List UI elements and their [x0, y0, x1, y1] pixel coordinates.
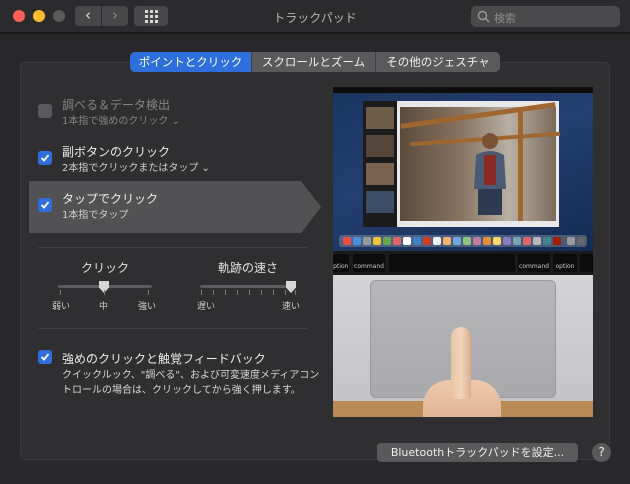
- slider-label-slow: 遅い: [197, 302, 216, 312]
- key-option: option: [553, 254, 577, 272]
- preview-photo: [400, 102, 560, 221]
- option-tap-to-click[interactable]: タップでクリック 1本指でタップ: [38, 190, 338, 221]
- preview-keyboard: option command command option: [333, 251, 593, 275]
- search-icon: [477, 10, 490, 23]
- checkmark-icon: [40, 201, 50, 209]
- slider-track[interactable]: [200, 285, 296, 288]
- click-slider-title: クリック: [80, 261, 129, 275]
- force-click-description: クイックルック、"調べる"、および可変速度メディアコントロールの場合は、クリック…: [62, 370, 320, 396]
- option-lookup-data-detectors[interactable]: 調べる＆データ検出 1本指で強めのクリック ⌄: [38, 96, 338, 127]
- option-title: 強めのクリックと触覚フィードバック: [62, 352, 266, 366]
- tap-to-click-checkbox[interactable]: [38, 198, 52, 212]
- key-arrow: [580, 254, 593, 272]
- option-title: 調べる＆データ検出: [62, 98, 171, 112]
- secondary-click-checkbox[interactable]: [38, 151, 52, 165]
- tab-point-and-click[interactable]: ポイントとクリック: [130, 52, 252, 72]
- slider-tick: [237, 290, 238, 295]
- preview-thumbnail: [366, 135, 394, 157]
- tab-scroll-and-zoom[interactable]: スクロールとズーム: [252, 52, 376, 72]
- preview-thumbnail: [366, 163, 394, 185]
- preview-dock: [339, 235, 587, 247]
- slider-tick: [261, 290, 262, 295]
- key-option: option: [333, 254, 349, 272]
- slider-tick: [104, 290, 105, 295]
- preview-menubar: [333, 87, 593, 93]
- slider-tick: [213, 290, 214, 295]
- slider-tick: [148, 290, 149, 295]
- preview-photo-window: [397, 101, 560, 227]
- photo-beam: [400, 102, 556, 129]
- slider-tick: [225, 290, 226, 295]
- option-title: 副ボタンのクリック: [62, 145, 171, 159]
- key-command: command: [518, 254, 550, 272]
- slider-tick: [285, 290, 286, 295]
- slider-label-high: 強い: [138, 302, 157, 312]
- slider-tick: [249, 290, 250, 295]
- slider-label-fast: 速い: [282, 302, 301, 312]
- option-subtitle-dropdown[interactable]: 2本指でクリックまたはタップ ⌄: [62, 159, 210, 174]
- gesture-preview-video: option command command option: [333, 87, 593, 417]
- lookup-checkbox[interactable]: [38, 104, 52, 118]
- search-field[interactable]: 検索: [471, 6, 620, 27]
- force-click-checkbox[interactable]: [38, 350, 52, 364]
- divider: [38, 328, 308, 329]
- search-placeholder: 検索: [494, 12, 516, 25]
- checkmark-icon: [40, 353, 50, 361]
- slider-tick: [60, 290, 61, 295]
- option-force-click[interactable]: 強めのクリックと触覚フィードバック: [38, 350, 338, 366]
- preview-sidebar: [363, 101, 397, 227]
- key-space: [389, 254, 515, 272]
- key-command: command: [353, 254, 385, 272]
- tracking-speed-title: 軌跡の速さ: [217, 261, 278, 275]
- tab-bar: ポイントとクリック スクロールとズーム その他のジェスチャ: [130, 52, 500, 72]
- slider-tick: [273, 290, 274, 295]
- divider: [38, 247, 308, 248]
- help-button[interactable]: ?: [592, 443, 611, 462]
- title-bar: ‹ › トラックパッド 検索: [0, 0, 630, 33]
- preview-screen: [333, 87, 593, 251]
- setup-bluetooth-trackpad-button[interactable]: Bluetoothトラックパッドを設定...: [377, 443, 578, 462]
- checkmark-icon: [40, 154, 50, 162]
- preview-thumbnail: [366, 191, 394, 213]
- option-subtitle: 1本指でタップ: [62, 210, 129, 221]
- tab-more-gestures[interactable]: その他のジェスチャ: [376, 52, 500, 72]
- option-title: タップでクリック: [62, 192, 159, 206]
- option-subtitle-dropdown[interactable]: 1本指で強めのクリック ⌄: [62, 112, 180, 127]
- slider-label-mid: 中: [99, 302, 109, 312]
- slider-tick: [201, 290, 202, 295]
- preview-thumbnail: [366, 107, 394, 129]
- person-photo-illustration: [474, 133, 506, 215]
- option-secondary-click[interactable]: 副ボタンのクリック 2本指でクリックまたはタップ ⌄: [38, 143, 338, 174]
- slider-tick: [295, 290, 296, 295]
- finger-illustration: [451, 327, 471, 399]
- photo-post: [518, 107, 523, 221]
- slider-label-low: 弱い: [52, 302, 71, 312]
